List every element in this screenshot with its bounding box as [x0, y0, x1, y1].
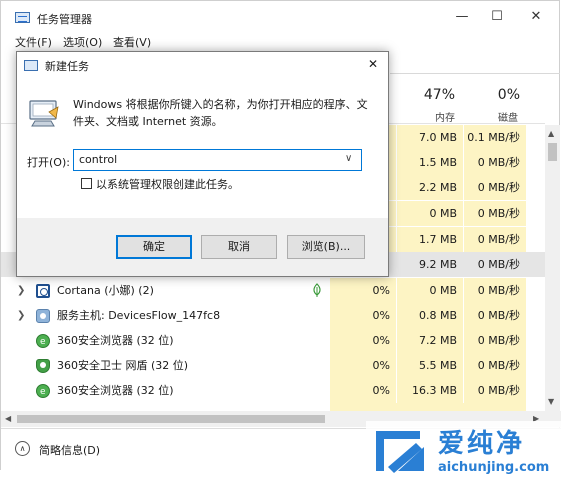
- process-name: 360安全浏览器 (32 位): [57, 334, 174, 347]
- dialog-description: Windows 将根据你所键入的名称，为你打开相应的程序、文件夹、文档或 Int…: [73, 98, 368, 128]
- brand-url: aichunjing.com: [438, 460, 550, 475]
- browse-button[interactable]: 浏览(B)...: [287, 235, 365, 259]
- create-new-task-dialog: 新建任务 ✕ Windows 将根据你所键入的名称，为你打开相应的程序、文件夹、…: [16, 51, 389, 277]
- collapse-details-icon[interactable]: ∧: [15, 441, 30, 456]
- scroll-left-arrow-icon[interactable]: ◀: [5, 414, 11, 423]
- run-program-icon: [27, 98, 61, 128]
- cpu-cell: 0%: [330, 328, 396, 353]
- brand-logo-icon: [372, 427, 430, 475]
- memory-cell: 7.0 MB: [397, 125, 463, 150]
- close-button[interactable]: ✕: [513, 1, 559, 33]
- leaf-status-icon: [312, 283, 322, 297]
- watermark: 爱纯净 aichunjing.com: [366, 421, 569, 481]
- disk-column-header[interactable]: 0% 磁盘: [464, 81, 526, 124]
- memory-cell: 0 MB: [397, 278, 463, 303]
- scroll-thumb[interactable]: [548, 143, 557, 161]
- expand-chevron-icon[interactable]: ❯: [17, 278, 25, 303]
- vertical-scrollbar[interactable]: ▲ ▼: [545, 125, 560, 411]
- tabs-divider: [390, 73, 560, 74]
- cpu-cell: 0%: [330, 353, 396, 378]
- admin-checkbox[interactable]: [81, 178, 92, 189]
- memory-cell: 9.2 MB: [397, 252, 463, 277]
- memory-cell: 5.5 MB: [397, 353, 463, 378]
- shield-360-icon: [36, 359, 50, 373]
- disk-cell: 0 MB/秒: [464, 353, 526, 378]
- table-row[interactable]: e 360安全浏览器 (32 位) 0% 7.2 MB 0 MB/秒: [1, 328, 545, 353]
- disk-cell: 0 MB/秒: [464, 150, 526, 175]
- disk-cell: 0 MB/秒: [464, 175, 526, 200]
- memory-cell: 7.2 MB: [397, 328, 463, 353]
- menu-view[interactable]: 查看(V): [113, 34, 151, 50]
- open-input-value[interactable]: control: [79, 153, 117, 166]
- scroll-down-arrow-icon[interactable]: ▼: [548, 397, 554, 406]
- menu-file[interactable]: 文件(F): [15, 34, 52, 50]
- window-title: 任务管理器: [37, 13, 92, 26]
- disk-cell: 0 MB/秒: [464, 227, 526, 252]
- memory-cell: 2.2 MB: [397, 175, 463, 200]
- task-manager-icon: [15, 12, 30, 23]
- table-row[interactable]: ❯ Cortana (小娜) (2) 0% 0 MB 0 MB/秒: [1, 278, 545, 303]
- admin-checkbox-label[interactable]: 以系统管理权限创建此任务。: [96, 176, 239, 192]
- table-row[interactable]: ❯ 服务主机: DevicesFlow_147fc8 0% 0.8 MB 0 M…: [1, 303, 545, 328]
- disk-label: 磁盘: [498, 113, 518, 124]
- browser-360-icon: e: [36, 384, 50, 398]
- horizontal-scroll-thumb[interactable]: [17, 415, 325, 423]
- service-gear-icon: [36, 309, 50, 323]
- cpu-cell: 0%: [330, 378, 396, 403]
- table-row[interactable]: 360安全卫士 网盾 (32 位) 0% 5.5 MB 0 MB/秒: [1, 353, 545, 378]
- title-bar: 任务管理器 — ☐ ✕: [1, 1, 559, 33]
- process-name: 服务主机: DevicesFlow_147fc8: [57, 309, 221, 322]
- disk-cell: 0 MB/秒: [464, 328, 526, 353]
- cancel-button[interactable]: 取消: [201, 235, 277, 259]
- brand-name: 爱纯净: [438, 429, 526, 459]
- memory-cell: 16.3 MB: [397, 378, 463, 403]
- dialog-close-button[interactable]: ✕: [360, 54, 386, 74]
- open-combobox[interactable]: control ∨: [73, 149, 362, 171]
- menu-bar: 文件(F) 选项(O) 查看(V): [1, 34, 301, 50]
- cpu-cell: 0%: [330, 303, 396, 328]
- disk-cell: 0 MB/秒: [464, 303, 526, 328]
- process-name: 360安全浏览器 (32 位): [57, 384, 174, 397]
- disk-cell: 0 MB/秒: [464, 278, 526, 303]
- process-name: 360安全卫士 网盾 (32 位): [57, 359, 189, 372]
- memory-label: 内存: [435, 113, 455, 124]
- table-row[interactable]: e 360安全浏览器 (32 位) 0% 16.3 MB 0 MB/秒: [1, 378, 545, 403]
- memory-cell: 1.5 MB: [397, 150, 463, 175]
- memory-column-header[interactable]: 47% 内存: [397, 81, 463, 124]
- menu-options[interactable]: 选项(O): [63, 34, 102, 50]
- dialog-title: 新建任务: [45, 60, 89, 73]
- disk-percent: 0%: [497, 87, 520, 103]
- process-name: Cortana (小娜) (2): [57, 284, 154, 297]
- browser-360-icon: e: [36, 334, 50, 348]
- cortana-icon: [36, 284, 50, 298]
- memory-percent: 47%: [423, 87, 455, 103]
- fewer-details-link[interactable]: 简略信息(D): [39, 442, 100, 458]
- memory-cell: 0 MB: [397, 201, 463, 226]
- ok-button[interactable]: 确定: [116, 235, 192, 259]
- scroll-up-arrow-icon[interactable]: ▲: [548, 129, 554, 138]
- open-label: 打开(O):: [27, 156, 70, 169]
- disk-cell: 0 MB/秒: [464, 252, 526, 277]
- disk-cell: 0.1 MB/秒: [464, 125, 526, 150]
- memory-cell: 1.7 MB: [397, 227, 463, 252]
- disk-cell: 0 MB/秒: [464, 201, 526, 226]
- disk-cell: 0 MB/秒: [464, 378, 526, 403]
- dialog-app-icon: [24, 60, 38, 71]
- cpu-cell: 0%: [330, 278, 396, 303]
- expand-chevron-icon[interactable]: ❯: [17, 303, 25, 328]
- memory-cell: 0.8 MB: [397, 303, 463, 328]
- dropdown-chevron-icon[interactable]: ∨: [345, 153, 352, 164]
